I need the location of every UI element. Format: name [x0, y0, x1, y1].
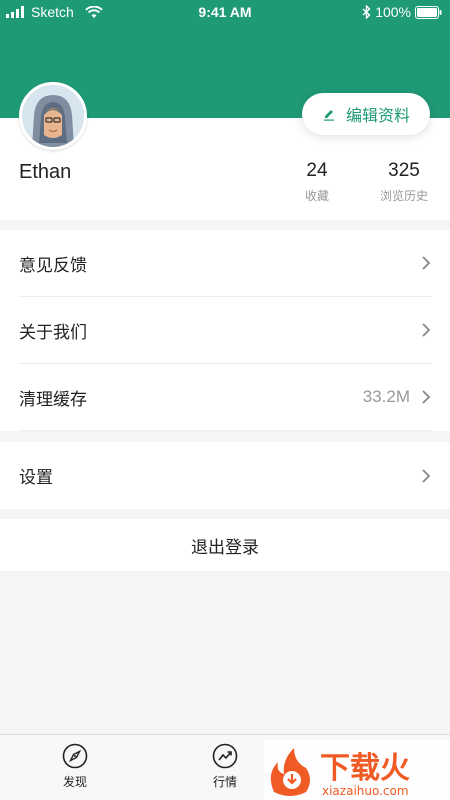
avatar[interactable]	[19, 82, 87, 150]
logout-button[interactable]: 退出登录	[0, 519, 450, 571]
pencil-icon	[323, 110, 334, 121]
trend-icon	[212, 743, 238, 769]
menu-item-label: 意见反馈	[19, 255, 87, 276]
menu-item-clear-cache[interactable]: 清理缓存 33.2M	[19, 364, 432, 431]
tab-discover[interactable]: 发现	[25, 735, 125, 800]
menu-item-feedback[interactable]: 意见反馈	[19, 230, 432, 297]
username: Ethan	[19, 161, 72, 183]
chevron-right-icon	[422, 256, 431, 270]
tab-label: 行情	[212, 775, 237, 789]
bluetooth-icon	[362, 5, 371, 19]
menu-item-settings[interactable]: 设置	[19, 442, 432, 509]
stat-history[interactable]: 325 浏览历史	[369, 160, 439, 204]
tab-label: 发现	[62, 775, 87, 789]
menu-group-settings: 设置	[0, 442, 450, 509]
chevron-right-icon	[422, 390, 431, 404]
battery-icon	[415, 5, 442, 19]
flame-logo: 下载火 xiazaihuo.com	[264, 740, 450, 800]
logout-label: 退出登录	[191, 537, 259, 558]
compass-icon	[62, 743, 88, 769]
menu-item-about[interactable]: 关于我们	[19, 297, 432, 364]
stat-favorites-value: 24	[306, 160, 328, 181]
avatar-image	[22, 85, 84, 147]
battery-percent: 100%	[375, 4, 411, 20]
menu-group-main: 意见反馈 关于我们 清理缓存 33.2M	[0, 230, 450, 431]
stat-history-value: 325	[388, 160, 420, 181]
status-right: 100%	[362, 4, 442, 20]
chevron-right-icon	[422, 468, 431, 483]
chevron-right-icon	[422, 323, 431, 337]
stat-favorites[interactable]: 24 收藏	[282, 160, 352, 204]
stat-favorites-label: 收藏	[304, 189, 329, 203]
edit-profile-button[interactable]: 编辑资料	[302, 93, 430, 135]
tab-market[interactable]: 行情	[175, 735, 275, 800]
watermark-logo: 下载火 xiazaihuo.com	[264, 740, 450, 800]
svg-text:下载火: 下载火	[320, 751, 410, 786]
edit-profile-label: 编辑资料	[345, 106, 410, 125]
menu-item-label: 设置	[19, 468, 53, 488]
stat-history-label: 浏览历史	[379, 189, 428, 203]
menu-item-label: 关于我们	[19, 322, 87, 343]
status-bar: Sketch 9:41 AM 100%	[0, 0, 450, 24]
menu-item-label: 清理缓存	[19, 389, 87, 410]
svg-text:xiazaihuo.com: xiazaihuo.com	[322, 784, 409, 798]
cache-size-value: 33.2M	[362, 387, 410, 406]
